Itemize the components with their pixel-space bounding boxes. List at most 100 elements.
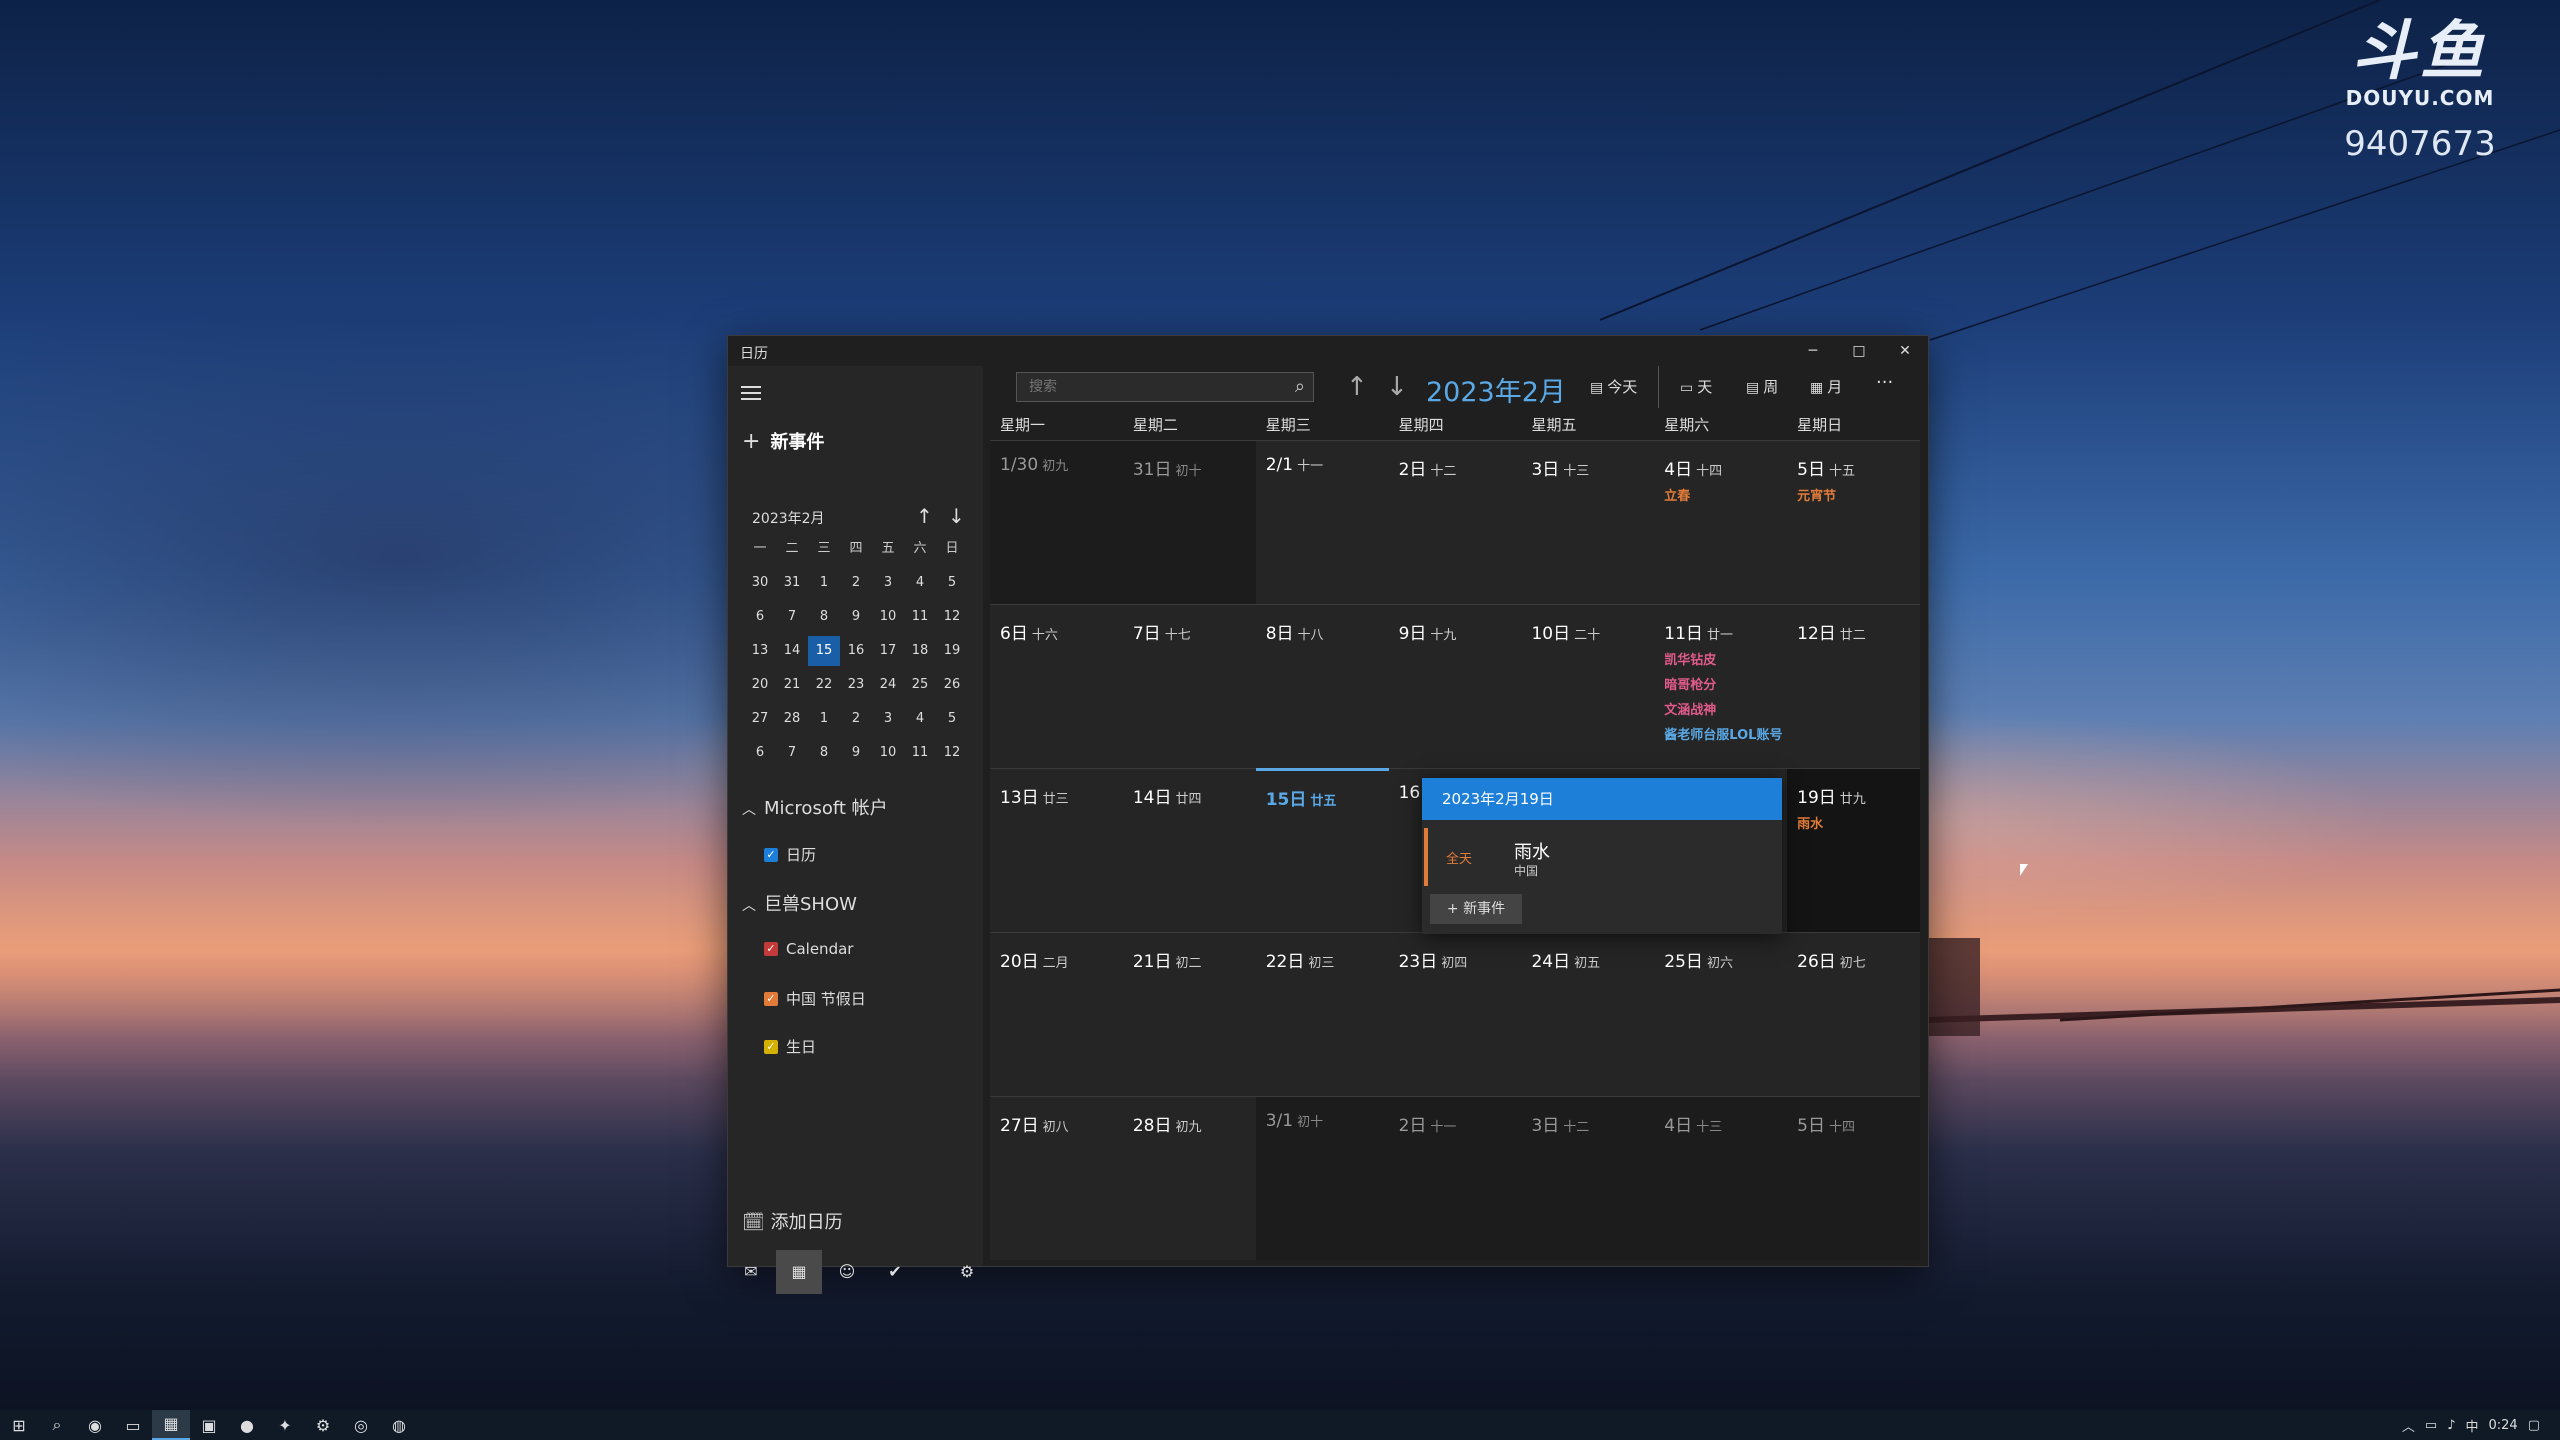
mini-day[interactable]: 7 bbox=[776, 738, 808, 768]
search-icon[interactable]: ⌕ bbox=[1295, 376, 1305, 397]
mini-day[interactable]: 10 bbox=[872, 602, 904, 632]
day-cell[interactable]: 31日 初十 bbox=[1122, 440, 1256, 604]
month-title[interactable]: 2023年2月 bbox=[1426, 370, 1566, 409]
mini-day[interactable]: 2 bbox=[840, 704, 872, 734]
mini-day[interactable]: 1 bbox=[808, 704, 840, 734]
mini-day[interactable]: 9 bbox=[840, 738, 872, 768]
mini-day[interactable]: 3 bbox=[872, 568, 904, 598]
calendar-event[interactable]: 立春 bbox=[1664, 485, 1690, 504]
netease-music-icon[interactable]: ● bbox=[228, 1416, 266, 1435]
mini-day[interactable]: 7 bbox=[776, 602, 808, 632]
day-view-button[interactable]: ▭ 天 bbox=[1680, 376, 1712, 397]
mini-day[interactable]: 22 bbox=[808, 670, 840, 700]
day-cell[interactable]: 28日 初九 bbox=[1122, 1096, 1256, 1260]
day-cell[interactable]: 3日 十二 bbox=[1521, 1096, 1655, 1260]
minimize-button[interactable]: ─ bbox=[1790, 336, 1836, 366]
next-month-button[interactable]: ↓ bbox=[1386, 372, 1408, 402]
day-cell[interactable]: 20日 二月 bbox=[990, 932, 1123, 1096]
tray-overflow-icon[interactable]: ︿ bbox=[2402, 1416, 2415, 1435]
day-cell[interactable]: 2/1 十一 bbox=[1255, 440, 1389, 604]
mini-day[interactable]: 16 bbox=[840, 636, 872, 666]
mini-day[interactable]: 9 bbox=[840, 602, 872, 632]
day-cell[interactable]: 2日 十一 bbox=[1388, 1096, 1522, 1260]
mini-day[interactable]: 6 bbox=[744, 738, 776, 768]
day-cell[interactable]: 22日 初三 bbox=[1255, 932, 1389, 1096]
mini-day[interactable]: 6 bbox=[744, 602, 776, 632]
day-cell[interactable]: 2日 十二 bbox=[1388, 440, 1522, 604]
day-cell[interactable]: 21日 初二 bbox=[1122, 932, 1256, 1096]
mini-day[interactable]: 18 bbox=[904, 636, 936, 666]
mini-day[interactable]: 30 bbox=[744, 568, 776, 598]
day-cell[interactable]: 1/30 初九 bbox=[990, 440, 1123, 604]
day-cell[interactable]: 5日 十五 元宵节 bbox=[1787, 440, 1921, 604]
app-icon[interactable]: ✦ bbox=[266, 1416, 304, 1435]
wechat-icon[interactable]: ◍ bbox=[380, 1416, 418, 1435]
mini-day[interactable]: 26 bbox=[936, 670, 968, 700]
day-cell[interactable]: 12日 廿二 bbox=[1787, 604, 1921, 768]
mini-day[interactable]: 3 bbox=[872, 704, 904, 734]
mini-day[interactable]: 24 bbox=[872, 670, 904, 700]
popup-event[interactable]: 全天 雨水 中国 bbox=[1422, 828, 1782, 886]
search-icon[interactable]: ⌕ bbox=[38, 1415, 76, 1435]
volume-icon[interactable]: ♪ bbox=[2447, 1418, 2455, 1433]
checkbox-icon[interactable]: ✓ bbox=[764, 942, 778, 956]
mini-day[interactable]: 19 bbox=[936, 636, 968, 666]
mini-day[interactable]: 2 bbox=[840, 568, 872, 598]
day-cell[interactable]: 9日 十九 bbox=[1388, 604, 1522, 768]
network-icon[interactable]: ▭ bbox=[2425, 1418, 2437, 1433]
mini-day[interactable]: 4 bbox=[904, 568, 936, 598]
mini-day[interactable]: 23 bbox=[840, 670, 872, 700]
day-cell[interactable]: 23日 初四 bbox=[1388, 932, 1522, 1096]
day-cell[interactable]: 7日 十七 bbox=[1122, 604, 1256, 768]
day-cell[interactable]: 8日 十八 bbox=[1255, 604, 1389, 768]
day-cell[interactable]: 5日 十四 bbox=[1787, 1096, 1921, 1260]
steam-icon[interactable]: ◎ bbox=[342, 1416, 380, 1435]
mini-day[interactable]: 27 bbox=[744, 704, 776, 734]
mini-day[interactable]: 25 bbox=[904, 670, 936, 700]
day-cell[interactable]: 6日 十六 bbox=[990, 604, 1123, 768]
calendar-event[interactable]: 酱老师台服LOL账号 bbox=[1664, 724, 1782, 743]
mini-day[interactable]: 17 bbox=[872, 636, 904, 666]
mini-day[interactable]: 4 bbox=[904, 704, 936, 734]
mini-prev-month-button[interactable]: ↑ bbox=[916, 504, 933, 528]
day-cell[interactable]: 24日 初五 bbox=[1521, 932, 1655, 1096]
calendar-toggle-birthdays[interactable]: ✓ 生日 bbox=[764, 1036, 816, 1057]
mini-next-month-button[interactable]: ↓ bbox=[948, 504, 965, 528]
mini-day[interactable]: 8 bbox=[808, 602, 840, 632]
mini-day[interactable]: 11 bbox=[904, 738, 936, 768]
mini-day[interactable]: 13 bbox=[744, 636, 776, 666]
calendar-event[interactable]: 雨水 bbox=[1797, 813, 1823, 832]
hamburger-icon[interactable] bbox=[741, 386, 761, 402]
day-cell[interactable]: 3日 十三 bbox=[1521, 440, 1655, 604]
mini-day[interactable]: 15 bbox=[808, 636, 840, 666]
day-cell[interactable]: 4日 十四 立春 bbox=[1654, 440, 1788, 604]
calendar-event[interactable]: 凯华钻皮 bbox=[1664, 649, 1716, 668]
app-icon[interactable]: ▣ bbox=[190, 1416, 228, 1435]
add-calendar-button[interactable]: 🗓 添加日历 bbox=[742, 1208, 843, 1234]
day-cell[interactable]: 15日 廿五 bbox=[1255, 768, 1389, 932]
file-explorer-icon[interactable]: ▭ bbox=[114, 1416, 152, 1435]
day-cell[interactable]: 4日 十三 bbox=[1654, 1096, 1788, 1260]
day-cell[interactable]: 19日 廿九 雨水 bbox=[1787, 768, 1921, 932]
checkbox-icon[interactable]: ✓ bbox=[764, 1039, 778, 1054]
calendar-taskbar-icon[interactable]: ▦ bbox=[152, 1410, 190, 1440]
clock[interactable]: 0:24 bbox=[2489, 1418, 2518, 1433]
popup-new-event-button[interactable]: + 新事件 bbox=[1430, 894, 1522, 924]
mini-day[interactable]: 14 bbox=[776, 636, 808, 666]
calendar-toggle-rili[interactable]: ✓ 日历 bbox=[764, 844, 816, 865]
calendar-event[interactable]: 暗哥枪分 bbox=[1664, 674, 1716, 693]
account-jushou[interactable]: ︿ 巨兽SHOW bbox=[742, 890, 857, 916]
settings-icon[interactable]: ⚙ bbox=[304, 1416, 342, 1435]
day-cell[interactable]: 25日 初六 bbox=[1654, 932, 1788, 1096]
mini-day[interactable]: 11 bbox=[904, 602, 936, 632]
mini-day[interactable]: 12 bbox=[936, 602, 968, 632]
mini-day[interactable]: 20 bbox=[744, 670, 776, 700]
day-cell[interactable]: 27日 初八 bbox=[990, 1096, 1123, 1260]
start-icon[interactable]: ⊞ bbox=[0, 1416, 38, 1435]
people-icon[interactable]: ☺ bbox=[824, 1250, 870, 1294]
calendar-event[interactable]: 元宵节 bbox=[1797, 485, 1836, 504]
mini-day[interactable]: 21 bbox=[776, 670, 808, 700]
calendar-event[interactable]: 文涵战神 bbox=[1664, 699, 1716, 718]
day-cell[interactable]: 14日 廿四 bbox=[1122, 768, 1256, 932]
mini-day[interactable]: 10 bbox=[872, 738, 904, 768]
